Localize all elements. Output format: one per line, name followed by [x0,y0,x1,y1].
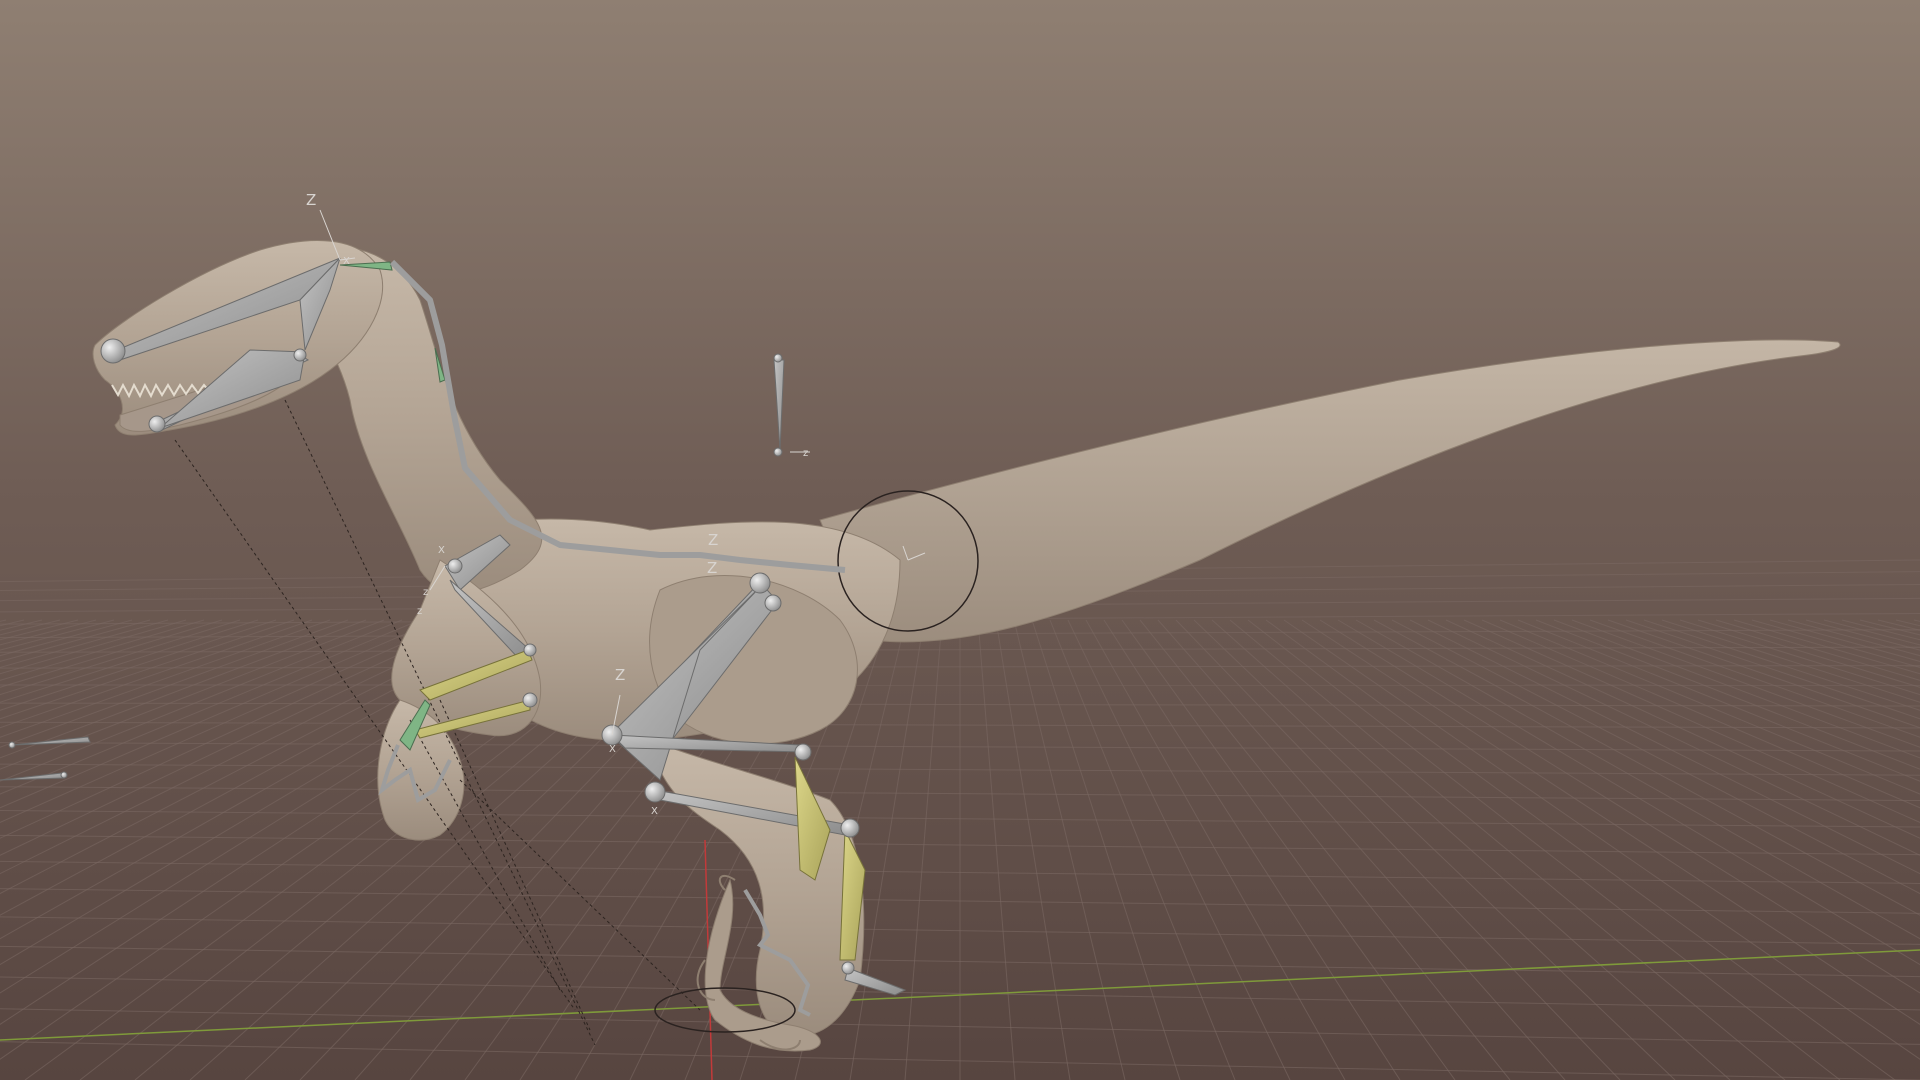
joint-shoulder[interactable] [447,558,463,574]
joint-foot[interactable] [840,818,860,838]
joint-offscreen-2[interactable] [60,771,68,779]
3d-viewport[interactable]: Z X Z Z Z X X X z z z [0,0,1920,1080]
joint-control-bottom[interactable] [773,447,783,457]
joint-control-top[interactable] [773,353,783,363]
axis-label-x-shin: X [651,806,658,817]
joint-jaw-tip[interactable] [148,415,166,433]
axis-label-x-knee: X [609,744,616,755]
joint-elbow[interactable] [523,643,537,657]
joint-skull-tip[interactable] [100,338,126,364]
joint-ankle[interactable] [794,743,812,761]
joint-hip-b[interactable] [764,594,782,612]
axis-label-z-torso-2: Z [707,559,717,577]
joint-skull-back[interactable] [293,348,307,362]
joint-toe[interactable] [841,961,855,975]
axis-label-z-hip: Z [615,666,625,684]
joint-offscreen-1[interactable] [8,741,16,749]
axis-label-x-shoulder: X [438,545,445,556]
axis-label-z-control: z [803,448,808,459]
joint-hip-a[interactable] [749,572,771,594]
axis-label-x-head: X [343,256,350,267]
axis-label-z-arm: z [423,587,428,598]
axis-label-z-torso: Z [708,531,718,549]
axis-label-z-arm-2: z [417,606,422,617]
joint-wrist[interactable] [522,692,538,708]
viewport-canvas[interactable]: Z X Z Z Z X X X z z z [0,0,1920,1080]
joint-shin[interactable] [644,781,666,803]
axis-label-z-head: Z [306,191,316,209]
